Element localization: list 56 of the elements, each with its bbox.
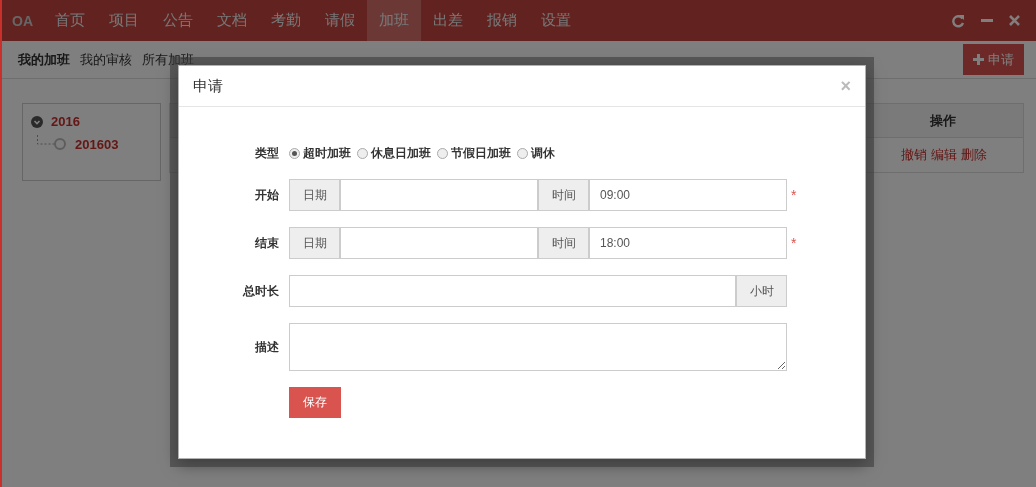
duration-input[interactable] [289, 275, 736, 307]
time-addon: 时间 [538, 179, 589, 211]
tree-node[interactable]: 2016 [51, 114, 80, 129]
sub-tab[interactable]: 所有加班 [142, 50, 194, 69]
close-button[interactable]: × [840, 75, 851, 97]
field-label: 总时长 [241, 282, 279, 300]
unit-addon: 小时 [736, 275, 787, 307]
close-icon[interactable] [1009, 15, 1020, 26]
nav-item[interactable]: 请假 [313, 0, 367, 41]
field-label: 类型 [254, 144, 279, 162]
logo[interactable]: OA [2, 0, 43, 41]
nav-item[interactable]: 报销 [475, 0, 529, 41]
column-header: 操作 [929, 112, 957, 130]
radio-icon[interactable] [437, 147, 448, 159]
action-link[interactable]: 编辑 [930, 146, 957, 164]
time-input[interactable]: 18:00 [589, 227, 787, 259]
chevron-circle-icon[interactable] [31, 115, 43, 128]
date-input[interactable] [340, 227, 538, 259]
nav-item[interactable]: 设置 [529, 0, 583, 41]
save-button[interactable]: 保存 [289, 387, 341, 418]
nav-item[interactable]: 项目 [97, 0, 151, 41]
required-mark: * [791, 187, 797, 203]
modal-title: 申请 [193, 76, 223, 96]
plus-icon [973, 54, 984, 65]
date-addon: 日期 [289, 227, 340, 259]
nav-item[interactable]: 出差 [421, 0, 475, 41]
radio-option[interactable]: 调休 [517, 144, 555, 162]
field-label: 结束 [254, 234, 279, 252]
nav-item[interactable]: 首页 [43, 0, 97, 41]
radio-icon[interactable] [289, 147, 300, 159]
time-input[interactable]: 09:00 [589, 179, 787, 211]
nav-item[interactable]: 加班 [367, 0, 421, 41]
nav-item[interactable]: 文档 [205, 0, 259, 41]
field-label: 开始 [254, 186, 279, 204]
action-link[interactable]: 撤销 [900, 146, 927, 164]
radio-option[interactable]: 休息日加班 [357, 144, 431, 162]
radio-option[interactable]: 超时加班 [289, 144, 351, 162]
nav-item[interactable]: 公告 [151, 0, 205, 41]
sub-tab[interactable]: 我的审核 [80, 50, 132, 69]
nav-item[interactable]: 考勤 [259, 0, 313, 41]
radio-option[interactable]: 节假日加班 [437, 144, 511, 162]
time-addon: 时间 [538, 227, 589, 259]
radio-icon[interactable] [517, 147, 528, 159]
date-input[interactable] [340, 179, 538, 211]
description-field[interactable] [289, 323, 787, 371]
apply-button[interactable]: 申请 [963, 44, 1024, 75]
date-addon: 日期 [289, 179, 340, 211]
minimize-icon[interactable] [981, 18, 993, 23]
tree-node[interactable]: 201603 [75, 136, 119, 152]
refresh-icon[interactable] [951, 13, 965, 28]
action-link[interactable]: 删除 [960, 146, 987, 164]
tree-connector-icon [37, 135, 67, 153]
radio-icon[interactable] [357, 147, 368, 159]
required-mark: * [791, 235, 797, 251]
sub-tab[interactable]: 我的加班 [18, 50, 70, 69]
field-label: 描述 [254, 338, 279, 356]
